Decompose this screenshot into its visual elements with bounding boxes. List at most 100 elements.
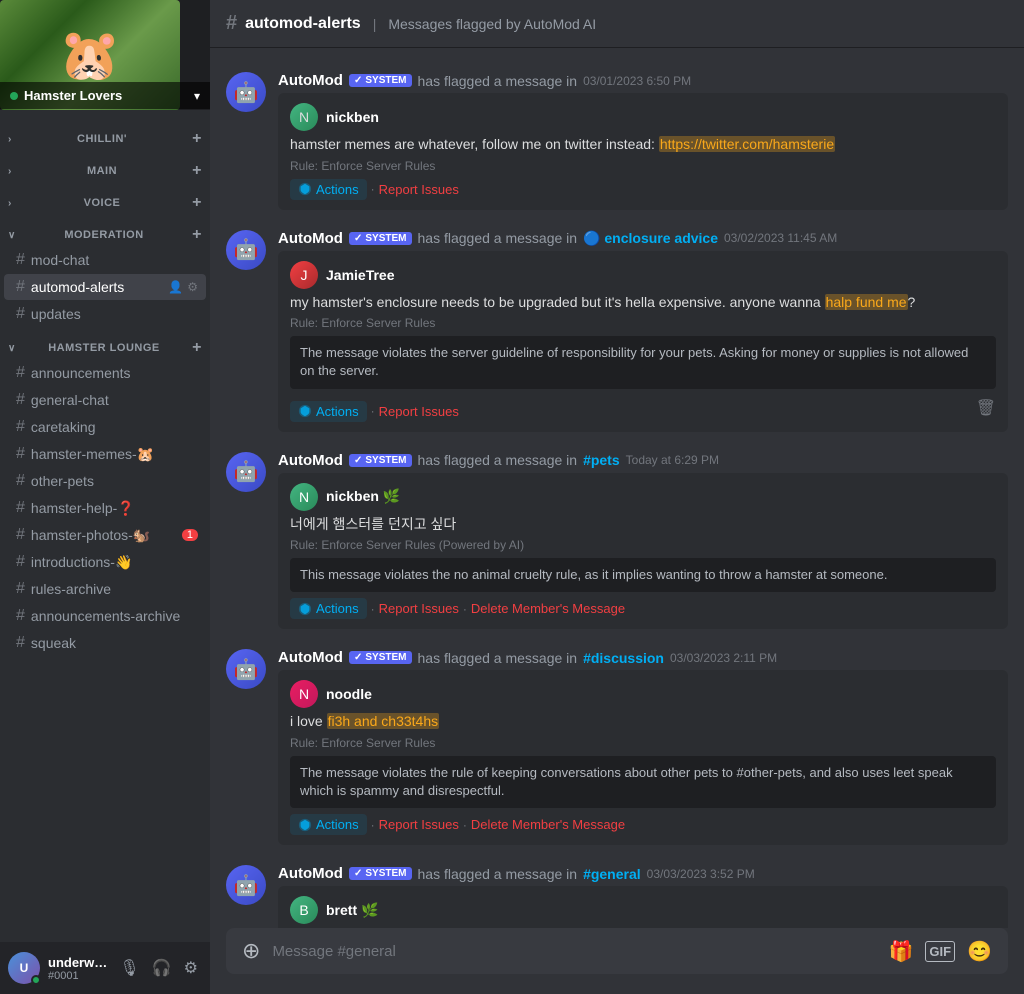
username: underwat... <box>48 955 107 970</box>
flagged-channel-link-3[interactable]: #pets <box>583 452 620 468</box>
flagged-message-2: J JamieTree my hamster's enclosure needs… <box>278 251 1008 432</box>
deafen-icon[interactable]: 🎧 <box>148 954 176 982</box>
report-issues-button-3[interactable]: Report Issues <box>379 601 459 616</box>
emoji-icon[interactable]: 😊 <box>963 935 996 968</box>
settings-icon[interactable]: ⚙ <box>180 954 202 982</box>
category-header-voice[interactable]: › VOICE + <box>0 190 210 214</box>
message-input[interactable] <box>272 931 876 972</box>
channel-icons: 👤 ⚙ <box>168 280 198 294</box>
channel-item-squeak[interactable]: # squeak <box>4 630 206 656</box>
category-moderation: ∨ MODERATION + # mod-chat # automod-aler… <box>0 222 210 327</box>
flagged-message-5: B brett 🌿 jk my cats are Dave and Sam Ru… <box>278 886 1008 928</box>
gif-icon[interactable]: GIF <box>925 941 955 962</box>
flagged-message-1: N nickben hamster memes are whatever, fo… <box>278 93 1008 210</box>
flagged-channel-link-4[interactable]: #discussion <box>583 650 664 666</box>
channel-item-hamster-help[interactable]: # hamster-help-❓ <box>4 495 206 521</box>
highlighted-link: https://twitter.com/hamsterie <box>659 136 835 152</box>
hash-icon: # <box>16 391 25 409</box>
category-chevron-voice: › <box>8 198 12 209</box>
hash-icon: # <box>16 580 25 598</box>
header-hash-icon: # <box>226 12 237 35</box>
shield-icon <box>298 818 312 832</box>
channel-item-updates[interactable]: # updates <box>4 301 206 327</box>
hash-icon: # <box>16 418 25 436</box>
automod-name: AutoMod <box>278 452 343 469</box>
channel-item-announcements[interactable]: # announcements <box>4 360 206 386</box>
flagged-channel-link-2[interactable]: 🔵 enclosure advice <box>583 230 718 247</box>
automod-avatar-3: 🤖 <box>226 452 266 492</box>
automod-avatar-1: 🤖 <box>226 72 266 112</box>
flagged-msg-header-1: N nickben <box>290 103 996 131</box>
server-header[interactable]: 🐹 Hamster Lovers ▾ <box>0 0 210 110</box>
flagged-text-1: hamster memes are whatever, follow me on… <box>290 135 996 155</box>
report-issues-button-2[interactable]: Report Issues <box>379 404 459 419</box>
timestamp-1: 03/01/2023 6:50 PM <box>583 74 691 88</box>
input-area: ⊕ 🎁 GIF 😊 <box>210 928 1024 994</box>
system-badge: SYSTEM <box>349 454 412 467</box>
online-status <box>31 975 41 985</box>
shield-icon <box>298 602 312 616</box>
report-issues-button-4[interactable]: Report Issues <box>379 817 459 832</box>
timestamp-5: 03/03/2023 3:52 PM <box>647 867 755 881</box>
category-add-voice[interactable]: + <box>192 194 202 212</box>
automod-content-4: AutoMod SYSTEM has flagged a message in … <box>278 649 1008 845</box>
automod-message-2: 🤖 AutoMod SYSTEM has flagged a message i… <box>210 222 1024 440</box>
category-header-chillin[interactable]: › CHILLIN' + <box>0 126 210 150</box>
channel-item-introductions[interactable]: # introductions-👋 <box>4 549 206 575</box>
person-icon: 👤 <box>168 280 183 294</box>
automod-content-2: AutoMod SYSTEM has flagged a message in … <box>278 230 1008 432</box>
category-chillin: › CHILLIN' + <box>0 126 210 150</box>
gear-icon[interactable]: ⚙ <box>187 280 198 294</box>
channel-item-announcements-archive[interactable]: # announcements-archive <box>4 603 206 629</box>
violation-reason-4: The message violates the rule of keeping… <box>290 756 996 808</box>
flagged-channel-link-5[interactable]: #general <box>583 866 641 882</box>
actions-button-2[interactable]: Actions <box>290 401 367 422</box>
category-add-moderation[interactable]: + <box>192 226 202 244</box>
channel-item-caretaking[interactable]: # caretaking <box>4 414 206 440</box>
category-header-moderation[interactable]: ∨ MODERATION + <box>0 222 210 246</box>
category-chevron-main: › <box>8 166 12 177</box>
category-add-main[interactable]: + <box>192 162 202 180</box>
category-add-chillin[interactable]: + <box>192 130 202 148</box>
category-chevron-moderation: ∨ <box>8 230 16 241</box>
channel-item-other-pets[interactable]: # other-pets <box>4 468 206 494</box>
server-name: Hamster Lovers <box>10 88 122 103</box>
channel-item-hamster-photos[interactable]: # hamster-photos-🐿️ 1 <box>4 522 206 548</box>
category-header-main[interactable]: › MAIN + <box>0 158 210 182</box>
actions-button-4[interactable]: Actions <box>290 814 367 835</box>
add-attachment-icon[interactable]: ⊕ <box>238 928 264 974</box>
timestamp-4: 03/03/2023 2:11 PM <box>670 651 777 665</box>
category-chevron-hamster-lounge: ∨ <box>8 343 16 354</box>
channel-item-automod-alerts[interactable]: # automod-alerts 👤 ⚙ <box>4 274 206 300</box>
rule-text-2: Rule: Enforce Server Rules <box>290 316 996 330</box>
channel-item-hamster-memes[interactable]: # hamster-memes-🐹 <box>4 441 206 467</box>
channel-item-rules-archive[interactable]: # rules-archive <box>4 576 206 602</box>
actions-button-1[interactable]: Actions <box>290 179 367 200</box>
delete-button-2[interactable]: 🗑 <box>976 398 996 418</box>
channel-item-mod-chat[interactable]: # mod-chat <box>4 247 206 273</box>
gift-icon[interactable]: 🎁 <box>885 935 918 968</box>
hash-icon: # <box>16 445 25 463</box>
delete-member-message-button-4[interactable]: Delete Member's Message <box>471 817 625 832</box>
rule-text-4: Rule: Enforce Server Rules <box>290 736 996 750</box>
delete-member-message-button-3[interactable]: Delete Member's Message <box>471 601 625 616</box>
category-add-hamster-lounge[interactable]: + <box>192 339 202 357</box>
automod-header-2: AutoMod SYSTEM has flagged a message in … <box>278 230 1008 247</box>
category-chevron-chillin: › <box>8 134 12 145</box>
category-hamster-lounge: ∨ HAMSTER LOUNGE + # announcements # gen… <box>0 335 210 656</box>
flagged-user-avatar-2: J <box>290 261 318 289</box>
report-issues-button-1[interactable]: Report Issues <box>379 182 459 197</box>
automod-name: AutoMod <box>278 72 343 89</box>
channel-item-general-chat[interactable]: # general-chat <box>4 387 206 413</box>
server-name-overlay: Hamster Lovers ▾ <box>0 82 210 109</box>
input-icons: 🎁 GIF 😊 <box>885 935 996 968</box>
hash-icon: # <box>16 305 25 323</box>
mute-icon[interactable]: 🎙 <box>115 954 143 982</box>
user-info: underwat... #0001 <box>48 955 107 982</box>
rule-text-1: Rule: Enforce Server Rules <box>290 159 996 173</box>
category-header-hamster-lounge[interactable]: ∨ HAMSTER LOUNGE + <box>0 335 210 359</box>
sidebar: 🐹 Hamster Lovers ▾ › CHILLIN' + › MAIN <box>0 0 210 994</box>
actions-button-3[interactable]: Actions <box>290 598 367 619</box>
hash-icon: # <box>16 251 25 269</box>
violation-reason-2: The message violates the server guidelin… <box>290 336 996 388</box>
